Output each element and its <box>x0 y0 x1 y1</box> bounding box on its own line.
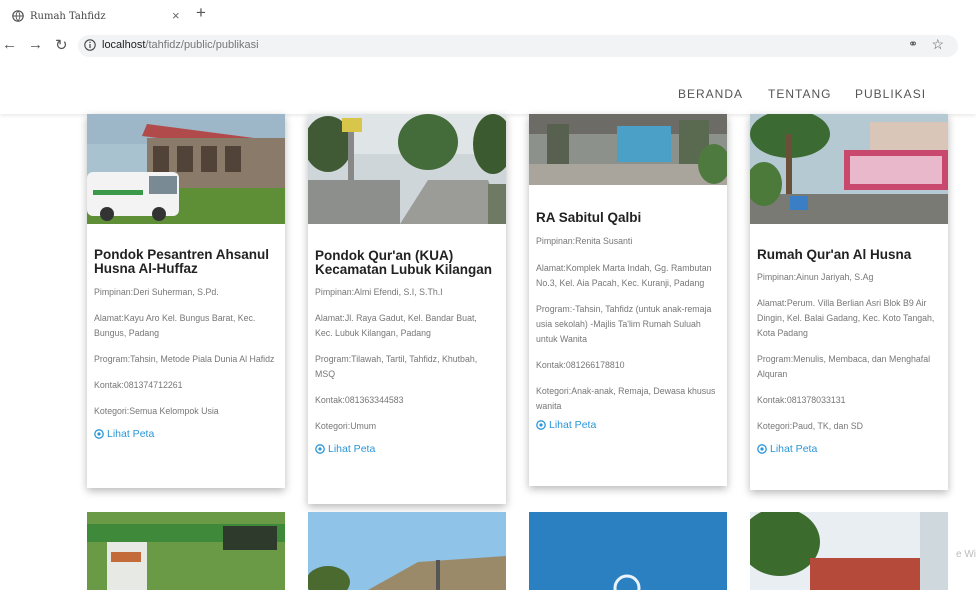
site-header: BERANDA TENTANG PUBLIKASI <box>0 62 976 114</box>
card-body: RA Sabitul Qalbi Pimpinan:Renita Susanti… <box>529 210 727 432</box>
card-body: Pondok Qur'an (KUA) Kecamatan Lubuk Kila… <box>308 248 506 456</box>
card-photo <box>87 114 285 224</box>
card-kontak: Kontak:081266178810 <box>536 360 625 370</box>
menu-beranda[interactable]: BERANDA <box>678 87 743 101</box>
card-alamat: Alamat:Jl. Raya Gadut, Kel. Bandar Buat,… <box>315 313 477 338</box>
url-host: localhost <box>102 39 146 51</box>
card-pondok-ahsanul: Pondok Pesantren Ahsanul Husna Al-Huffaz… <box>87 114 285 488</box>
forward-icon[interactable]: → <box>28 36 43 53</box>
card-body: Rumah Qur'an Al Husna Pimpinan:Ainun Jar… <box>750 247 948 456</box>
lihat-peta-label: Lihat Peta <box>770 443 818 455</box>
activate-windows-watermark: e Wi <box>956 549 976 560</box>
card-photo-row2-4 <box>750 512 948 590</box>
browser-tab[interactable]: Rumah Tahfidz × <box>0 2 190 30</box>
new-tab-button[interactable]: + <box>196 3 206 23</box>
card-kategori: Kotegori:Paud, TK, dan SD <box>757 421 863 431</box>
card-title: Rumah Qur'an Al Husna <box>757 247 912 262</box>
reload-icon[interactable]: ↻ <box>55 36 68 54</box>
map-pin-icon <box>94 429 104 439</box>
card-kontak: Kontak:081374712261 <box>94 380 183 390</box>
card-kontak: Kontak:081378033131 <box>757 395 846 405</box>
card-alamat: Alamat:Kayu Aro Kel. Bungus Barat, Kec. … <box>94 313 256 338</box>
address-bar-row: ← → ↻ localhost/tahfidz/public/publikasi… <box>0 30 976 84</box>
map-pin-icon <box>757 444 767 454</box>
map-pin-icon <box>315 444 325 454</box>
card-program: Program:-Tahsin, Tahfidz (untuk anak-rem… <box>536 304 712 344</box>
card-title: RA Sabitul Qalbi <box>536 210 642 225</box>
url-input[interactable]: localhost/tahfidz/public/publikasi ⚭ ☆ <box>78 35 958 57</box>
star-icon[interactable]: ☆ <box>931 36 944 53</box>
lihat-peta-link[interactable]: Lihat Peta <box>94 428 275 440</box>
globe-icon <box>12 10 24 22</box>
card-kategori: Kotegori:Semua Kelompok Usia <box>94 406 219 416</box>
url-path: /tahfidz/public/publikasi <box>145 39 259 51</box>
card-photo-row2-1 <box>87 512 285 590</box>
card-pimpinan: Pimpinan:Deri Suherman, S.Pd. <box>94 287 219 297</box>
card-body: Pondok Pesantren Ahsanul Husna Al-Huffaz… <box>87 247 285 441</box>
card-kategori: Kotegori:Umum <box>315 421 377 431</box>
card-program: Program:Menulis, Membaca, dan Menghafal … <box>757 354 931 379</box>
tab-title: Rumah Tahfidz <box>30 10 106 22</box>
card-kategori: Kotegori:Anak-anak, Remaja, Dewasa khusu… <box>536 386 716 411</box>
card-photo-row2-3 <box>529 512 727 590</box>
lihat-peta-label: Lihat Peta <box>107 428 155 440</box>
lihat-peta-link[interactable]: Lihat Peta <box>536 419 717 431</box>
back-icon[interactable]: ← <box>2 36 17 53</box>
browser-tabstrip: Rumah Tahfidz × + <box>0 0 976 30</box>
menu-publikasi[interactable]: PUBLIKASI <box>855 87 926 101</box>
card-alamat: Alamat:Perum. Villa Berlian Asri Blok B9… <box>757 298 935 338</box>
card-title: Pondok Pesantren Ahsanul Husna Al-Huffaz <box>94 247 270 276</box>
card-program: Program:Tahsin, Metode Piala Dunia Al Ha… <box>94 354 275 364</box>
card-pondok-kua: Pondok Qur'an (KUA) Kecamatan Lubuk Kila… <box>308 114 506 504</box>
url-text: localhost/tahfidz/public/publikasi <box>102 39 259 51</box>
key-icon[interactable]: ⚭ <box>908 37 918 51</box>
card-pimpinan: Pimpinan:Renita Susanti <box>536 236 633 246</box>
card-kontak: Kontak:081363344583 <box>315 395 404 405</box>
card-photo <box>308 114 506 224</box>
card-photo <box>529 114 727 185</box>
card-photo <box>750 114 948 224</box>
lihat-peta-link[interactable]: Lihat Peta <box>757 443 938 455</box>
card-ra-sabitul-qalbi: RA Sabitul Qalbi Pimpinan:Renita Susanti… <box>529 114 727 486</box>
lihat-peta-label: Lihat Peta <box>549 419 597 431</box>
card-alamat: Alamat:Komplek Marta Indah, Gg. Rambutan… <box>536 263 712 288</box>
card-photo-row2-2 <box>308 512 506 590</box>
card-program: Program:Tilawah, Tartil, Tahfidz, Khutba… <box>315 354 478 379</box>
card-pimpinan: Pimpinan:Almi Efendi, S.I, S.Th.I <box>315 287 443 297</box>
lihat-peta-link[interactable]: Lihat Peta <box>315 443 496 455</box>
lihat-peta-label: Lihat Peta <box>328 443 376 455</box>
card-rumah-quran-al-husna: Rumah Qur'an Al Husna Pimpinan:Ainun Jar… <box>750 114 948 490</box>
info-icon[interactable] <box>84 39 96 51</box>
map-pin-icon <box>536 420 546 430</box>
card-pimpinan: Pimpinan:Ainun Jariyah, S.Ag <box>757 272 874 282</box>
tab-close-button[interactable]: × <box>172 8 180 23</box>
menu-tentang[interactable]: TENTANG <box>768 87 831 101</box>
card-title: Pondok Qur'an (KUA) Kecamatan Lubuk Kila… <box>315 248 493 277</box>
